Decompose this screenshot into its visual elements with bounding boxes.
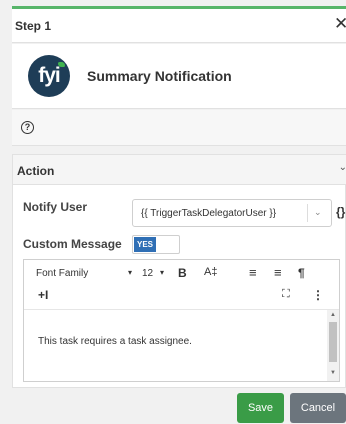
fyi-logo: fyi [28,55,70,97]
help-row: ? [12,110,346,146]
cancel-button[interactable]: Cancel [290,393,346,423]
notify-user-select[interactable]: {{ TriggerTaskDelegatorUser }} ⌄ [132,199,332,227]
chevron-down-icon[interactable]: ⌄ [314,207,322,218]
font-family-select[interactable]: Font Family [36,268,88,279]
custom-message-label: Custom Message [23,237,122,251]
scroll-thumb[interactable] [329,322,337,362]
notify-user-value: {{ TriggerTaskDelegatorUser }} [141,208,277,219]
close-icon[interactable]: ✕ [334,15,346,33]
insert-icon[interactable]: +I [38,288,48,302]
help-icon[interactable]: ? [21,121,34,134]
variable-braces-icon[interactable]: {} [336,205,345,219]
editor-content-text: This task requires a task assignee. [38,336,192,347]
align-left-icon[interactable]: ≡ [249,265,257,280]
editor-toolbar: Font Family ▾ 12 ▾ B A‡ ≡ ≡ ¶ +I ⛶ ⋮ [24,260,339,310]
custom-message-toggle[interactable]: YES [132,235,180,254]
step-title: Step 1 [15,19,52,33]
save-button[interactable]: Save [237,393,284,423]
font-size-caret-icon[interactable]: ▾ [160,268,164,277]
logo-text: fyi [38,64,61,87]
scroll-down-icon[interactable]: ▼ [330,370,336,376]
toggle-on-label: YES [134,237,156,252]
chevron-down-icon[interactable]: ⌄ [339,162,346,173]
font-size-select[interactable]: 12 [142,268,153,279]
summary-title: Summary Notification [87,68,232,84]
editor-content-area[interactable]: This task requires a task assignee. ▲ ▼ [24,310,339,381]
logo-leaf-icon [58,62,65,67]
text-size-icon[interactable]: A‡ [204,266,217,278]
step-panel: Step 1 ✕ fyi Summary Notification ? [0,0,346,150]
more-options-icon[interactable]: ⋮ [312,288,324,302]
font-family-caret-icon[interactable]: ▾ [128,268,132,277]
bold-icon[interactable]: B [178,266,187,280]
editor-scrollbar[interactable]: ▲ ▼ [327,310,339,381]
scroll-up-icon[interactable]: ▲ [330,312,336,318]
paragraph-icon[interactable]: ¶ [298,266,305,280]
align-center-icon[interactable]: ≡ [274,265,282,280]
summary-row: fyi Summary Notification [12,44,346,109]
action-title: Action [17,164,55,178]
rich-text-editor: Font Family ▾ 12 ▾ B A‡ ≡ ≡ ¶ +I ⛶ ⋮ Thi… [23,259,340,382]
step-header: Step 1 ✕ [12,9,346,43]
select-divider [307,204,308,222]
notify-user-label: Notify User [23,200,88,214]
action-card: Action ⌄ Notify User {{ TriggerTaskDeleg… [12,154,346,388]
action-header[interactable]: Action ⌄ [13,155,346,185]
fullscreen-icon[interactable]: ⛶ [282,288,290,301]
